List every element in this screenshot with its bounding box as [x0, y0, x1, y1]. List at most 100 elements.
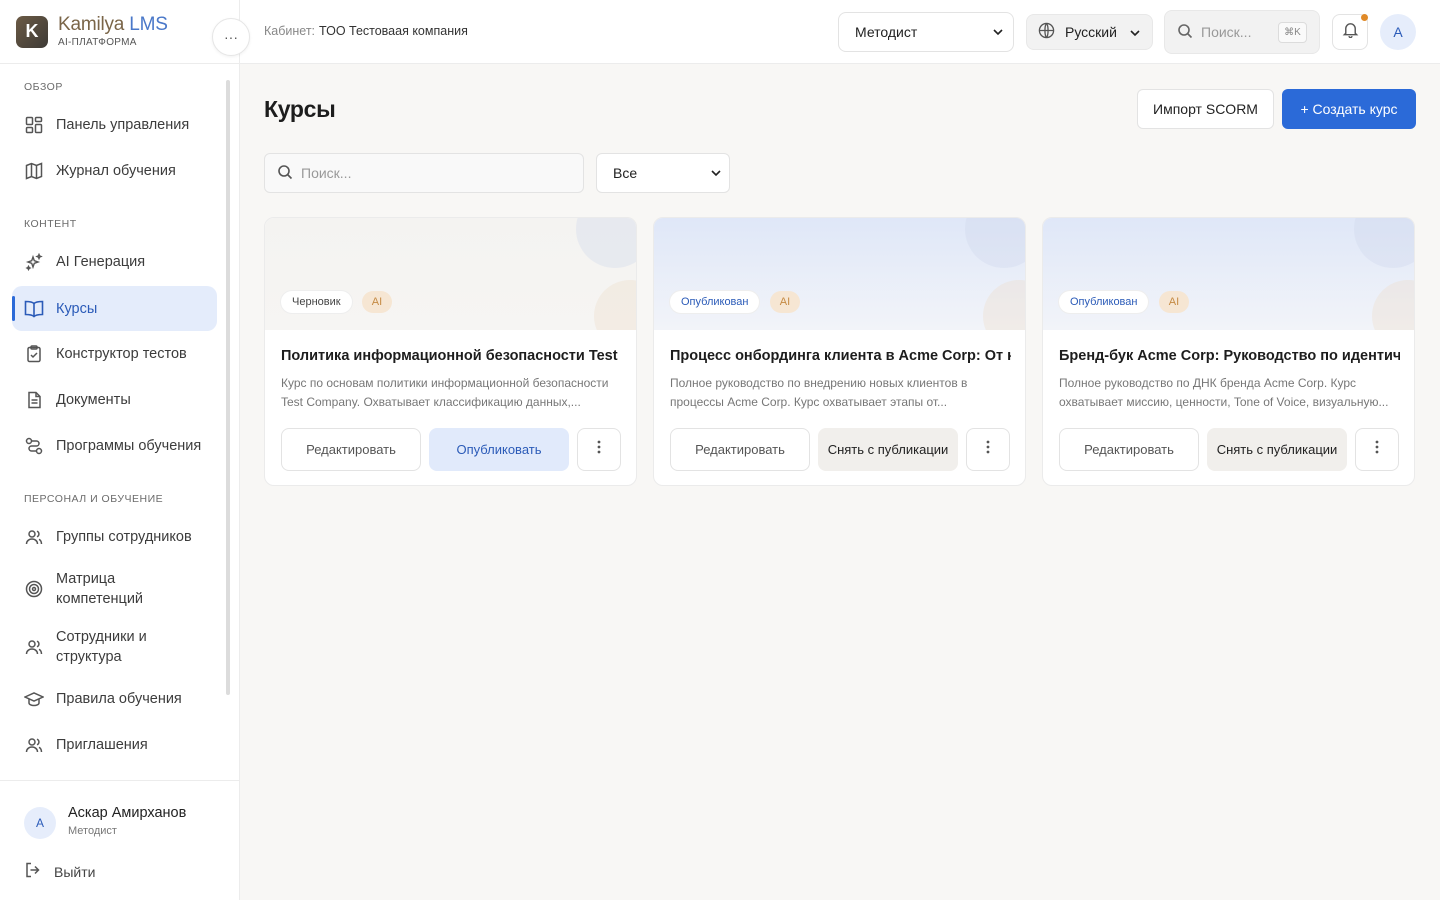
sidebar-item-learning-rules[interactable]: Правила обучения [12, 676, 217, 722]
sidebar-item-dashboard[interactable]: Панель управления [12, 102, 217, 148]
brand-subtitle: AI-ПЛАТФОРМА [58, 37, 137, 48]
sidebar-item-label: Группы сотрудников [56, 529, 192, 545]
kebab-icon [1375, 440, 1379, 459]
language-select[interactable]: Русский [1026, 14, 1153, 50]
sidebar-item-label: Журнал обучения [56, 163, 176, 179]
cabinet-info: Кабинет: ТОО Тестоваая компания [264, 24, 468, 38]
course-cover: Черновик AI [265, 218, 636, 330]
more-actions-button[interactable] [1355, 428, 1399, 471]
more-actions-button[interactable] [966, 428, 1010, 471]
sidebar-item-label: Курсы [56, 300, 98, 317]
search-icon [1177, 23, 1193, 42]
sidebar-more-button[interactable]: ··· [212, 18, 250, 56]
chevron-down-icon [1128, 26, 1142, 43]
edit-button[interactable]: Редактировать [1059, 428, 1199, 471]
avatar[interactable]: А [1380, 14, 1416, 50]
sidebar-item-employees[interactable]: Сотрудники и структура [12, 618, 217, 676]
course-title[interactable]: Политика информационной безопасности Tes… [281, 348, 622, 364]
user-block: А Аскар Амирханов Методист Выйти [0, 780, 240, 900]
brand[interactable]: K Kamilya LMS AI-ПЛАТФОРМА [0, 0, 239, 64]
course-card[interactable]: Опубликован AI Бренд-бук Acme Corp: Руко… [1042, 217, 1415, 486]
keyboard-shortcut: ⌘K [1278, 22, 1307, 43]
cover-decoration [1372, 280, 1414, 330]
sidebar-item-invitations[interactable]: Приглашения [12, 722, 217, 768]
status-badge: Опубликован [1059, 291, 1149, 313]
map-icon [24, 161, 44, 181]
graduation-cap-icon [24, 689, 44, 709]
course-card[interactable]: Опубликован AI Процесс онбординга клиент… [653, 217, 1026, 486]
course-title[interactable]: Бренд-бук Acme Corp: Руководство по иден… [1059, 348, 1400, 364]
cover-decoration [576, 218, 636, 268]
clipboard-icon [24, 344, 44, 364]
more-actions-button[interactable] [577, 428, 621, 471]
unpublish-button[interactable]: Снять с публикации [1207, 428, 1347, 471]
sidebar-scroll-thumb[interactable] [226, 80, 230, 695]
sidebar-item-label: Панель управления [56, 117, 190, 133]
cover-decoration [965, 218, 1025, 268]
sidebar-item-test-builder[interactable]: Конструктор тестов [12, 331, 217, 377]
edit-button[interactable]: Редактировать [670, 428, 810, 471]
sidebar: K Kamilya LMS AI-ПЛАТФОРМА ··· ОБЗОР Пан… [0, 0, 250, 900]
ai-badge: AI [1159, 291, 1189, 313]
edit-button[interactable]: Редактировать [281, 428, 421, 471]
course-cover: Опубликован AI [1043, 218, 1414, 330]
import-scorm-button[interactable]: Импорт SCORM [1137, 89, 1274, 129]
course-description: Курс по основам политики информационной … [281, 376, 609, 409]
avatar[interactable]: А [24, 807, 56, 839]
create-course-button[interactable]: + Создать курс [1282, 89, 1416, 129]
logout-icon [24, 861, 42, 882]
publish-button[interactable]: Опубликовать [429, 428, 569, 471]
sidebar-item-label: Правила обучения [56, 691, 182, 707]
sidebar-item-label: Сотрудники и структура [56, 629, 147, 665]
section-label-overview: ОБЗОР [24, 81, 63, 93]
brand-logo: K [16, 15, 48, 48]
sidebar-item-label: Матрица компетенций [56, 571, 144, 607]
bell-icon [1342, 21, 1359, 43]
search-icon [277, 164, 293, 183]
top-header: Кабинет: ТОО Тестоваая компания Методист … [240, 0, 1440, 64]
status-badge: Черновик [281, 291, 352, 313]
users-icon [24, 637, 44, 657]
notification-dot [1361, 14, 1368, 21]
logout-button[interactable]: Выйти [24, 861, 95, 882]
cover-decoration [983, 280, 1025, 330]
course-card[interactable]: Черновик AI Политика информационной безо… [264, 217, 637, 486]
sidebar-item-courses[interactable]: Курсы [12, 286, 217, 331]
course-title[interactable]: Процесс онбординга клиента в Acme Corp: … [670, 348, 1011, 364]
status-filter-select[interactable]: Все [596, 153, 730, 193]
globe-icon [1038, 22, 1055, 42]
brand-name: Kamilya LMS [58, 14, 168, 35]
kebab-icon [986, 440, 990, 459]
sidebar-item-label: Программы обучения [56, 438, 202, 454]
document-icon [24, 390, 44, 410]
course-cover: Опубликован AI [654, 218, 1025, 330]
sidebar-scrollbar[interactable] [225, 70, 231, 780]
dashboard-icon [24, 115, 44, 135]
status-badge: Опубликован [670, 291, 760, 313]
role-select[interactable]: Методист [838, 12, 1014, 52]
unpublish-button[interactable]: Снять с публикации [818, 428, 958, 471]
course-description: Полное руководство по внедрению новых кл… [670, 376, 968, 409]
logout-label: Выйти [54, 863, 96, 880]
sidebar-item-label: Приглашения [56, 737, 148, 753]
cover-decoration [1354, 218, 1414, 268]
global-search-input[interactable]: Поиск... ⌘K [1164, 10, 1320, 54]
sidebar-item-ai-generation[interactable]: AI Генерация [12, 239, 217, 285]
sidebar-item-label: Документы [56, 392, 131, 408]
chevron-down-icon [991, 25, 1005, 42]
sidebar-item-programs[interactable]: Программы обучения [12, 423, 217, 469]
section-label-content: КОНТЕНТ [24, 218, 77, 230]
cover-decoration [594, 280, 636, 330]
sidebar-item-competency-matrix[interactable]: Матрица компетенций [12, 560, 217, 618]
page-title: Курсы [264, 96, 336, 122]
sidebar-item-learning-log[interactable]: Журнал обучения [12, 148, 217, 194]
course-search-input[interactable]: Поиск... [264, 153, 584, 193]
chevron-down-icon [709, 166, 723, 183]
users-icon [24, 735, 44, 755]
cabinet-name: ТОО Тестоваая компания [319, 24, 468, 38]
target-icon [24, 579, 44, 599]
sidebar-item-groups[interactable]: Группы сотрудников [12, 514, 217, 560]
course-description: Полное руководство по ДНК бренда Acme Co… [1059, 376, 1389, 409]
users-icon [24, 527, 44, 547]
sidebar-item-documents[interactable]: Документы [12, 377, 217, 423]
